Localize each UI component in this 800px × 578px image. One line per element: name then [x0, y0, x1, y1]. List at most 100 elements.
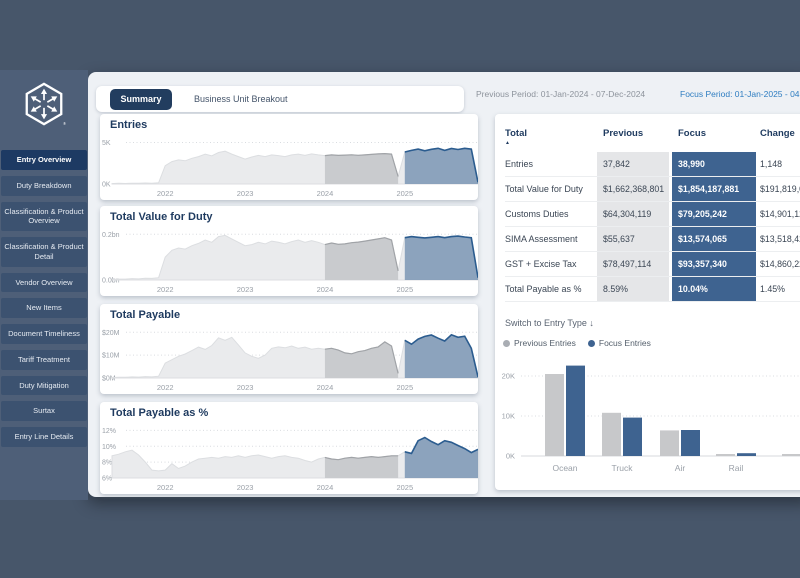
svg-text:2022: 2022: [157, 383, 174, 392]
table-row: Total Payable as %8.59%10.04%1.45%: [505, 277, 800, 302]
focus-value: 38,990: [672, 152, 756, 176]
row-label: Total Value for Duty: [505, 184, 597, 194]
bar-focus-rail[interactable]: [737, 453, 756, 456]
svg-text:2025: 2025: [396, 383, 413, 392]
chart-title-duty: Total Value for Duty: [110, 211, 212, 223]
focus-value: $13,574,065: [672, 227, 756, 251]
area-chart-entries: 5K0K2022202320242025: [100, 134, 478, 200]
row-label: Entries: [505, 159, 597, 169]
sidebar-item-tariff-treatment[interactable]: Tariff Treatment: [1, 350, 87, 370]
sidebar-item-surtax[interactable]: Surtax: [1, 401, 87, 421]
svg-text:2023: 2023: [237, 383, 254, 392]
column-header-total[interactable]: Total▲: [505, 128, 597, 145]
chart-title-entries: Entries: [110, 119, 147, 131]
svg-text:2025: 2025: [396, 285, 413, 294]
change-value: 1,148: [760, 159, 800, 169]
app-logo-icon: ®: [0, 70, 88, 127]
sidebar-item-entry-line-details[interactable]: Entry Line Details: [1, 427, 87, 447]
column-header-focus[interactable]: Focus: [672, 128, 756, 139]
previous-value: $78,497,114: [597, 252, 669, 276]
svg-text:2023: 2023: [237, 189, 254, 198]
area-chart-pct: 12% 10% 8% 6% 2022 2023 2024 2025: [100, 422, 478, 494]
tab-business-unit-breakout[interactable]: Business Unit Breakout: [194, 94, 288, 104]
dashboard-canvas: Summary Business Unit Breakout Previous …: [88, 72, 800, 497]
svg-text:2024: 2024: [317, 483, 334, 492]
sidebar-item-vendor-overview[interactable]: Vendor Overview: [1, 273, 87, 293]
sidebar: ® Entry Overview Duty Breakdown Classifica…: [0, 70, 88, 500]
bar-focus-air[interactable]: [681, 430, 700, 456]
focus-period-label: Focus Period: 01-Jan-2025 - 04: [680, 89, 800, 99]
svg-text:0.2bn: 0.2bn: [102, 232, 120, 239]
sort-ascending-icon: ▲: [505, 141, 597, 145]
svg-text:2024: 2024: [317, 285, 334, 294]
table-row: Entries37,84238,990 1,148: [505, 152, 800, 177]
svg-text:2024: 2024: [317, 189, 334, 198]
bar-focus-truck[interactable]: [623, 418, 642, 456]
sidebar-item-duty-mitigation[interactable]: Duty Mitigation: [1, 376, 87, 396]
svg-text:®: ®: [63, 122, 66, 126]
legend-item-focus-entries[interactable]: Focus Entries: [588, 338, 651, 348]
column-header-change[interactable]: Change: [760, 128, 800, 139]
focus-value: $1,854,187,881: [672, 177, 756, 201]
sidebar-item-classification-product-overview[interactable]: Classification & Product Overview: [1, 202, 87, 232]
svg-text:2022: 2022: [157, 483, 174, 492]
bar-previous-ocean[interactable]: [545, 374, 564, 456]
focus-value: 10.04%: [672, 277, 756, 301]
bar-chart-legend: Previous Entries Focus Entries: [503, 338, 651, 348]
tab-summary[interactable]: Summary: [110, 89, 172, 110]
svg-text:$20M: $20M: [102, 330, 120, 337]
legend-item-previous-entries[interactable]: Previous Entries: [503, 338, 576, 348]
previous-value: 37,842: [597, 152, 669, 176]
svg-text:2022: 2022: [157, 285, 174, 294]
previous-value: 8.59%: [597, 277, 669, 301]
svg-text:2025: 2025: [396, 483, 413, 492]
svg-text:2024: 2024: [317, 383, 334, 392]
column-header-previous[interactable]: Previous: [597, 128, 669, 139]
svg-text:10%: 10%: [102, 444, 116, 451]
svg-text:2025: 2025: [396, 189, 413, 198]
svg-text:$0M: $0M: [102, 376, 116, 383]
legend-dot-icon: [588, 340, 595, 347]
sidebar-item-new-items[interactable]: New Items: [1, 298, 87, 318]
focus-value: $93,357,340: [672, 252, 756, 276]
chart-card-duty: Total Value for Duty0.2bn0.0bn2022202320…: [100, 206, 478, 296]
svg-text:2023: 2023: [237, 285, 254, 294]
svg-text:20K: 20K: [502, 372, 515, 381]
svg-text:6%: 6%: [102, 476, 112, 483]
chart-card-pct: Total Payable as % 12% 10% 8% 6% 2022 2023 2024…: [100, 402, 478, 494]
previous-period-label: Previous Period: 01-Jan-2024 - 07-Dec-20…: [476, 89, 645, 99]
svg-text:$10M: $10M: [102, 353, 120, 360]
kpi-panel: Total▲PreviousFocus Change Entries37,84238…: [495, 114, 800, 490]
chart-card-entries: Entries5K0K2022202320242025: [100, 114, 478, 200]
bar-previous-truck[interactable]: [602, 413, 621, 456]
sidebar-item-entry-overview[interactable]: Entry Overview: [1, 150, 87, 170]
bar-previous-other[interactable]: [782, 454, 800, 456]
table-row: Total Value for Duty$1,662,368,801$1,854…: [505, 177, 800, 202]
sidebar-item-duty-breakdown[interactable]: Duty Breakdown: [1, 176, 87, 196]
svg-text:Rail: Rail: [729, 463, 744, 473]
area-chart-payable: $20M $10M $0M 2022 2023 2024 2025: [100, 324, 478, 394]
bar-focus-ocean[interactable]: [566, 366, 585, 456]
previous-value: $55,637: [597, 227, 669, 251]
chart-card-payable: Total Payable$20M$10M$0M2022202320242025: [100, 304, 478, 394]
bar-previous-air[interactable]: [660, 430, 679, 456]
bar-previous-rail[interactable]: [716, 454, 735, 456]
svg-text:8%: 8%: [102, 460, 112, 467]
svg-text:Truck: Truck: [612, 463, 634, 473]
svg-text:12%: 12%: [102, 428, 116, 435]
svg-text:0K: 0K: [506, 452, 515, 461]
svg-text:2023: 2023: [237, 483, 254, 492]
previous-value: $64,304,119: [597, 202, 669, 226]
row-label: Customs Duties: [505, 209, 597, 219]
svg-text:2022: 2022: [157, 189, 174, 198]
sidebar-nav: Entry Overview Duty Breakdown Classificati…: [0, 150, 88, 447]
svg-text:Ocean: Ocean: [552, 463, 577, 473]
change-value: $191,819,080: [760, 184, 800, 194]
switch-entry-type-toggle[interactable]: Switch to Entry Type ↓: [505, 318, 594, 328]
change-value: 1.45%: [760, 284, 800, 294]
previous-value: $1,662,368,801: [597, 177, 669, 201]
sidebar-item-classification-product-detail[interactable]: Classification & Product Detail: [1, 237, 87, 267]
chart-title-pct: Total Payable as %: [110, 407, 208, 419]
tab-strip: Summary Business Unit Breakout: [96, 86, 464, 112]
sidebar-item-document-timeliness[interactable]: Document Timeliness: [1, 324, 87, 344]
